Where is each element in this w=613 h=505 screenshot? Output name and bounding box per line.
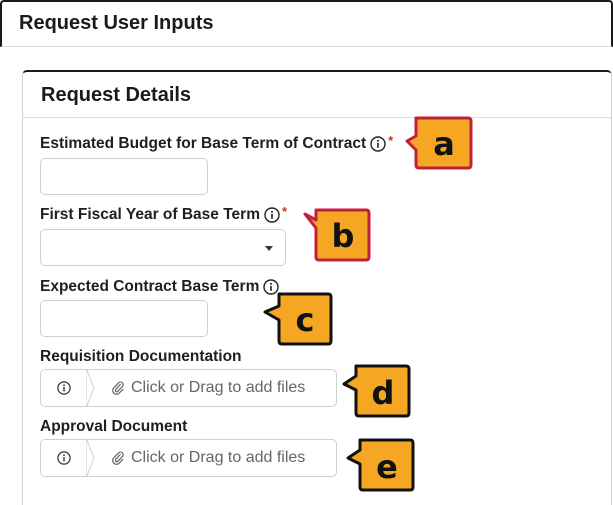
callout-b: b bbox=[303, 208, 371, 262]
callout-e-label: e bbox=[376, 448, 398, 486]
approval-label: Approval Document bbox=[40, 418, 188, 435]
budget-input[interactable] bbox=[40, 158, 208, 195]
callout-e: e bbox=[346, 438, 415, 492]
info-icon[interactable] bbox=[264, 207, 280, 223]
paperclip-icon bbox=[112, 381, 124, 395]
callout-d-label: d bbox=[372, 374, 395, 412]
callout-c: c bbox=[263, 292, 333, 346]
card-title: Request Details bbox=[41, 84, 192, 106]
info-icon[interactable] bbox=[370, 136, 386, 152]
approval-dropzone[interactable]: Click or Drag to add files bbox=[86, 439, 337, 477]
base-term-input[interactable] bbox=[40, 300, 208, 337]
budget-label: Estimated Budget for Base Term of Contra… bbox=[40, 132, 394, 153]
required-mark: * bbox=[388, 132, 394, 148]
fiscal-year-label: First Fiscal Year of Base Term * bbox=[40, 203, 288, 224]
notch-shape bbox=[86, 439, 95, 477]
caret-down-icon bbox=[265, 246, 273, 251]
card-header: Request Details bbox=[23, 72, 611, 118]
requisition-dropzone[interactable]: Click or Drag to add files bbox=[86, 369, 337, 407]
page-title: Request User Inputs bbox=[19, 12, 214, 34]
callout-b-label: b bbox=[332, 217, 355, 255]
callout-a-label: a bbox=[433, 125, 455, 163]
page-header: Request User Inputs bbox=[0, 0, 613, 47]
approval-info-button[interactable] bbox=[40, 439, 86, 477]
callout-d: d bbox=[342, 364, 411, 418]
callout-c-label: c bbox=[296, 301, 315, 339]
notch-shape bbox=[86, 369, 95, 407]
paperclip-icon bbox=[112, 451, 124, 465]
callout-a: a bbox=[405, 116, 473, 170]
info-icon bbox=[56, 381, 71, 395]
base-term-label: Expected Contract Base Term bbox=[40, 278, 280, 296]
fiscal-year-select[interactable] bbox=[40, 229, 286, 266]
requisition-info-button[interactable] bbox=[40, 369, 86, 407]
info-icon bbox=[56, 451, 71, 465]
required-mark: * bbox=[281, 203, 288, 219]
requisition-label: Requisition Documentation bbox=[40, 348, 242, 365]
